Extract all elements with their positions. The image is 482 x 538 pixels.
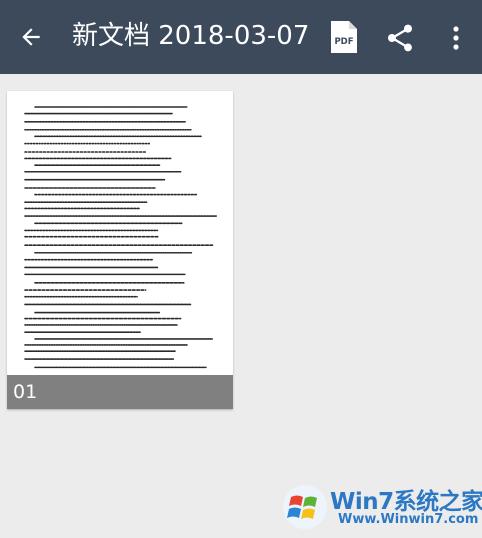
windows-logo-icon: [283, 485, 327, 529]
export-pdf-button[interactable]: PDF: [330, 20, 358, 54]
share-button[interactable]: [384, 22, 416, 54]
document-page-preview: [7, 91, 233, 377]
pdf-file-icon: PDF: [331, 21, 357, 53]
more-options-button[interactable]: [446, 22, 466, 54]
share-icon: [388, 24, 412, 52]
page-label-bar: 01: [7, 375, 233, 409]
watermark-brand: Win7系统之家: [330, 489, 482, 515]
watermark: Win7系统之家 Www.Winwin7.com: [282, 480, 482, 534]
back-button[interactable]: [14, 20, 48, 54]
more-vertical-icon: [453, 26, 459, 50]
watermark-url: Www.Winwin7.com: [338, 512, 479, 527]
page-number: 01: [13, 381, 38, 403]
page-thumbnail[interactable]: 01: [7, 91, 233, 409]
app-bar: 新文档 2018-03-07 PDF: [0, 0, 482, 74]
document-title: 新文档 2018-03-07: [72, 21, 310, 51]
pdf-icon-label: PDF: [334, 37, 353, 47]
arrow-left-icon: [22, 28, 40, 46]
